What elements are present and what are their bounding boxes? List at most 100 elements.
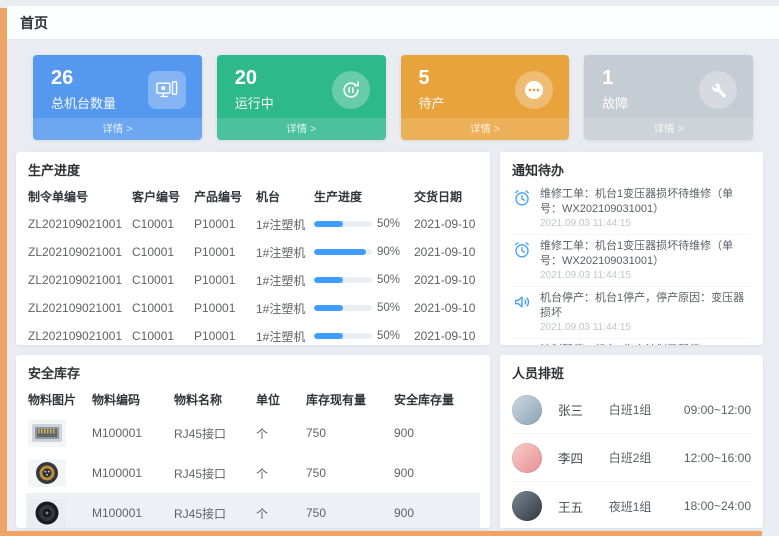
- round-connector-image: [28, 459, 66, 487]
- order-no-cell: ZL202109021001: [26, 294, 130, 322]
- detail-link[interactable]: 详情 >: [33, 118, 202, 140]
- on-hand-cell: 750: [304, 453, 392, 493]
- progress-cell: 90%: [312, 238, 412, 266]
- machine-cell: 1#注塑机: [254, 266, 312, 294]
- product-no-cell: P10001: [192, 322, 254, 345]
- progress-cell: 50%: [312, 322, 412, 345]
- stat-value: 1: [602, 67, 628, 90]
- material-code-cell: M100001: [90, 413, 172, 453]
- page-title: 首页: [20, 13, 48, 33]
- notification-item[interactable]: 计划暂停：机台1生产计划已暂停 2021.09.03 11:44:15: [512, 339, 751, 345]
- product-no-cell: P10001: [192, 266, 254, 294]
- stat-card-running[interactable]: 20 运行中 详情 >: [217, 55, 386, 140]
- stat-card-body: 1 故障: [584, 55, 753, 118]
- fault-icon: [699, 71, 737, 109]
- notification-time: 2021.09.03 11:44:15: [540, 270, 751, 281]
- progress-fill: [314, 333, 343, 339]
- order-no-cell: ZL202109021001: [26, 210, 130, 238]
- stat-card-body: 5 待产: [401, 55, 570, 118]
- notification-text: 维修工单：机台1变压器损坏待维修（单号：WX202109031001）: [540, 239, 751, 268]
- detail-link[interactable]: 详情 >: [584, 118, 753, 140]
- column-header: 机台: [254, 183, 312, 210]
- stat-card-body: 20 运行中: [217, 55, 386, 118]
- delivery-date-cell: 2021-09-10: [412, 210, 480, 238]
- panel-title: 通知待办: [500, 152, 763, 183]
- progress-label: 90%: [377, 246, 400, 258]
- progress-cell: 50%: [312, 266, 412, 294]
- detail-link[interactable]: 详情 >: [401, 118, 570, 140]
- stat-value: 20: [235, 67, 274, 90]
- dashboard-content: 26 总机台数量 详情 >: [7, 40, 779, 531]
- avatar: [512, 443, 542, 473]
- top-header: 首页: [7, 6, 779, 40]
- stat-value: 26: [51, 67, 116, 90]
- panel-title: 安全库存: [16, 355, 490, 386]
- stat-card-fault[interactable]: 1 故障 详情 >: [584, 55, 753, 140]
- progress-fill: [314, 249, 366, 255]
- notification-item[interactable]: 维修工单：机台1变压器损坏待维修（单号：WX202109031001） 2021…: [512, 235, 751, 287]
- notification-item[interactable]: 维修工单：机台1变压器损坏待维修（单号：WX202109031001） 2021…: [512, 183, 751, 235]
- alarm-clock-icon: [512, 240, 532, 260]
- progress-cell: 50%: [312, 210, 412, 238]
- customer-no-cell: C10001: [130, 294, 192, 322]
- material-image-cell: [26, 413, 90, 453]
- machine-cell: 1#注塑机: [254, 322, 312, 345]
- column-header: 生产进度: [312, 183, 412, 210]
- table-row: ZL202109021001 C10001 P10001 1#注塑机 50% 2…: [26, 210, 480, 238]
- progress-bar: [314, 333, 372, 339]
- notification-text: 机台停产：机台1停产，停产原因：变压器损坏: [540, 291, 751, 320]
- notification-item[interactable]: 机台停产：机台1停产，停产原因：变压器损坏 2021.09.03 11:44:1…: [512, 287, 751, 339]
- schedule-row: 张三 白班1组 09:00~12:00: [512, 386, 751, 434]
- progress-fill: [314, 221, 343, 227]
- column-header: 物料图片: [26, 386, 90, 413]
- customer-no-cell: C10001: [130, 322, 192, 345]
- progress-label: 50%: [377, 302, 400, 314]
- stat-cards-row: 26 总机台数量 详情 >: [33, 55, 753, 140]
- order-no-cell: ZL202109021001: [26, 322, 130, 345]
- production-table: 制令单编号 客户编号 产品编号 机台 生产进度 交货日期 ZL202109021…: [26, 183, 480, 345]
- notification-time: 2021.09.03 11:44:15: [540, 322, 751, 333]
- safety-qty-cell: 900: [392, 453, 480, 493]
- material-image-cell: [26, 493, 90, 528]
- staff-name: 李四: [558, 448, 609, 467]
- machine-cell: 1#注塑机: [254, 294, 312, 322]
- machine-cell: 1#注塑机: [254, 238, 312, 266]
- column-header: 客户编号: [130, 183, 192, 210]
- progress-fill: [314, 305, 343, 311]
- table-row: ZL202109021001 C10001 P10001 1#注塑机 50% 2…: [26, 322, 480, 345]
- panels-bottom-row: 安全库存 物料图片 物料编码 物料名称 单位 库存现有量 安全库存量: [16, 355, 763, 528]
- staff-name: 王五: [558, 497, 609, 516]
- stat-label: 运行中: [235, 93, 274, 112]
- table-row: M100001 RJ45接口 个 750 900: [26, 413, 480, 453]
- stat-card-standby[interactable]: 5 待产 详情 >: [401, 55, 570, 140]
- shift-time: 18:00~24:00: [684, 499, 751, 513]
- stat-card-total-machines[interactable]: 26 总机台数量 详情 >: [33, 55, 202, 140]
- progress-bar: [314, 277, 372, 283]
- avatar: [512, 395, 542, 425]
- panel-title: 人员排班: [500, 355, 763, 386]
- window-edge-left: [0, 8, 7, 531]
- detail-link[interactable]: 详情 >: [217, 118, 386, 140]
- product-no-cell: P10001: [192, 210, 254, 238]
- alarm-clock-icon: [512, 188, 532, 208]
- product-no-cell: P10001: [192, 238, 254, 266]
- unit-cell: 个: [254, 453, 304, 493]
- customer-no-cell: C10001: [130, 210, 192, 238]
- running-icon: [332, 71, 370, 109]
- progress-cell: 50%: [312, 294, 412, 322]
- column-header: 物料编码: [90, 386, 172, 413]
- column-header: 制令单编号: [26, 183, 130, 210]
- table-header-row: 制令单编号 客户编号 产品编号 机台 生产进度 交货日期: [26, 183, 480, 210]
- material-name-cell: RJ45接口: [172, 453, 254, 493]
- delivery-date-cell: 2021-09-10: [412, 238, 480, 266]
- delivery-date-cell: 2021-09-10: [412, 322, 480, 345]
- notification-text: 计划暂停：机台1生产计划已暂停: [540, 343, 700, 345]
- machine-cell: 1#注塑机: [254, 210, 312, 238]
- notification-list: 维修工单：机台1变压器损坏待维修（单号：WX202109031001） 2021…: [500, 183, 763, 345]
- notification-time: 2021.09.03 11:44:15: [540, 218, 751, 229]
- shift-label: 夜班1组: [609, 498, 684, 515]
- table-row: M100001 RJ45接口 个 750 900: [26, 493, 480, 528]
- table-row: ZL202109021001 C10001 P10001 1#注塑机 50% 2…: [26, 294, 480, 322]
- notification-text: 维修工单：机台1变压器损坏待维修（单号：WX202109031001）: [540, 187, 751, 216]
- window-edge-bottom: [0, 531, 762, 536]
